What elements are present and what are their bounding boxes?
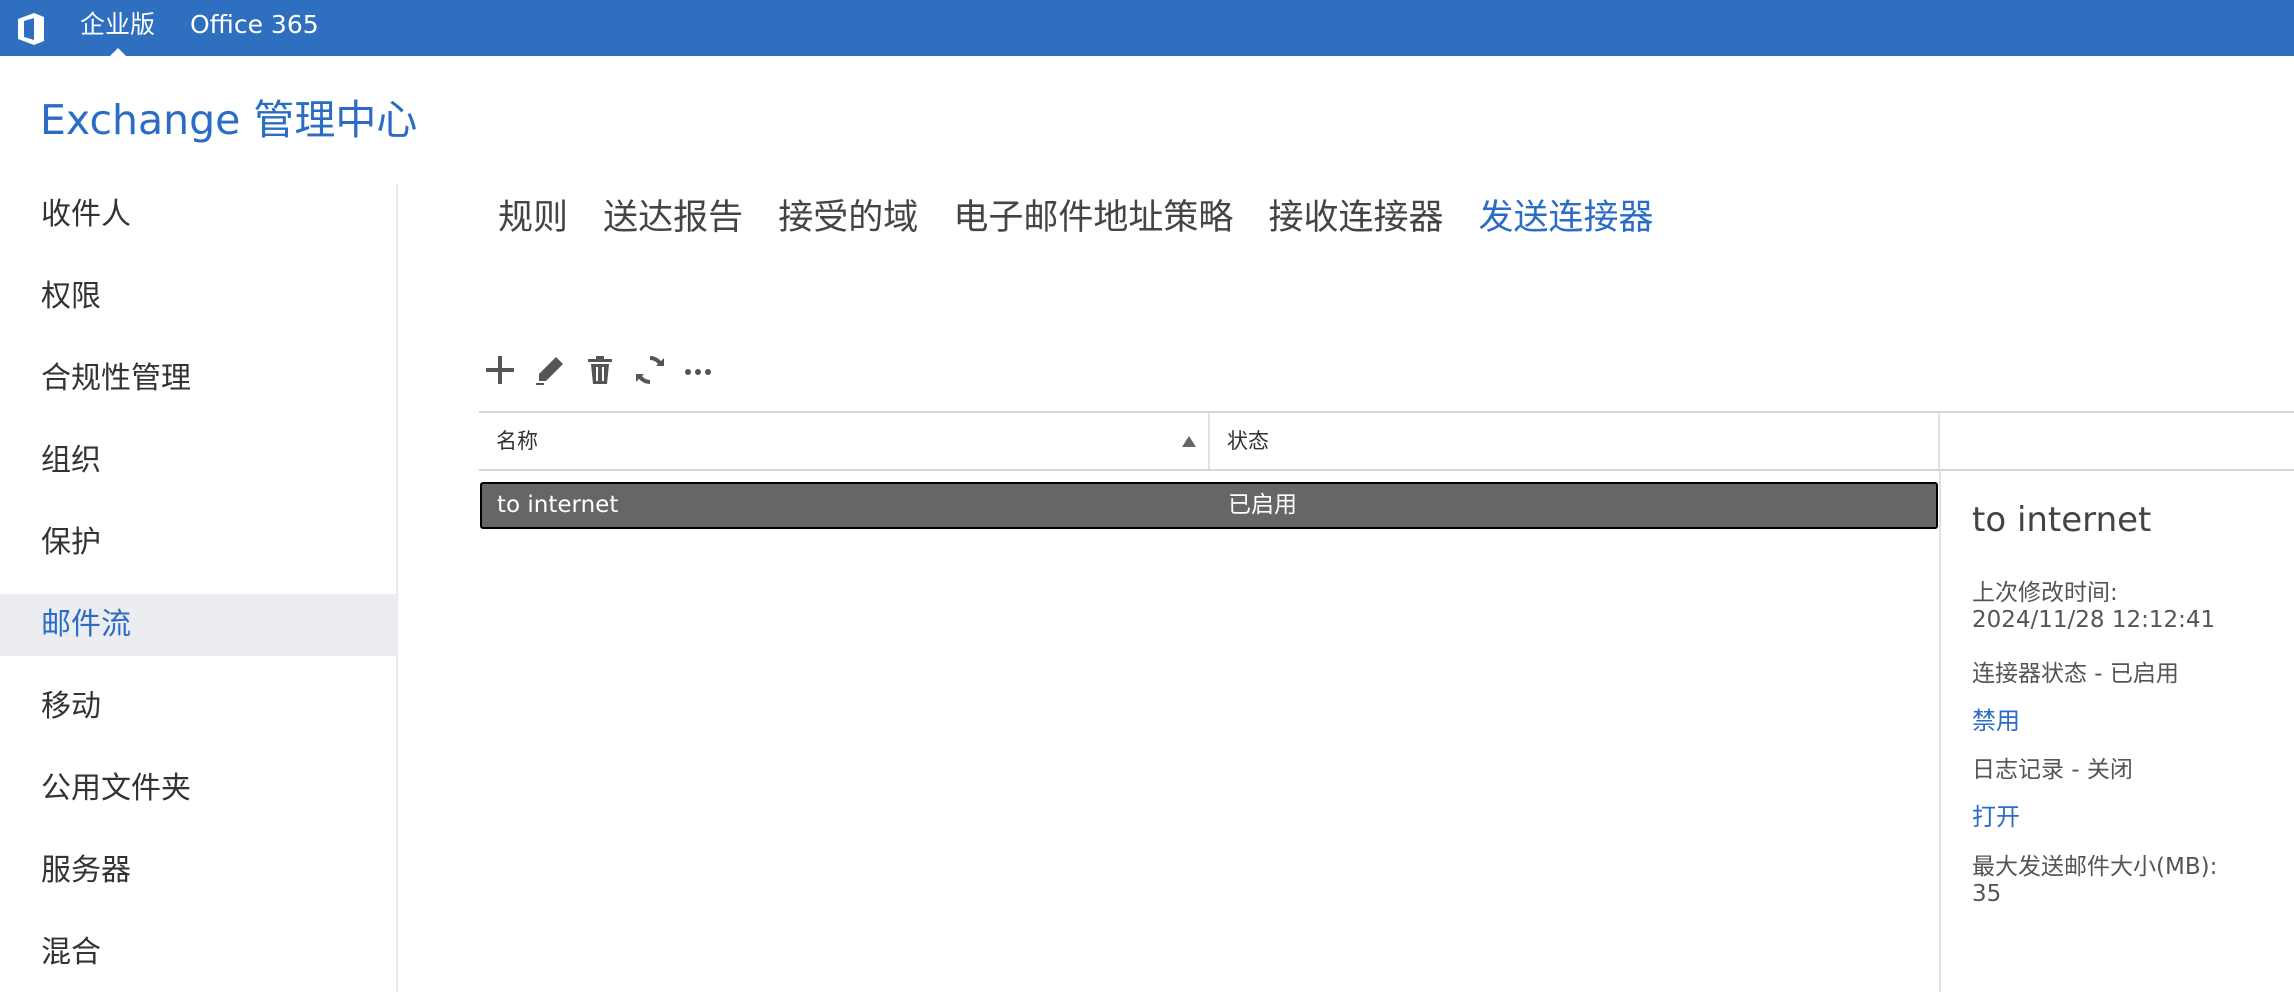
more-icon[interactable]	[678, 348, 718, 392]
table-header: 名称 状态	[479, 413, 2294, 469]
nav-item-permissions[interactable]: 权限	[0, 266, 396, 328]
nav-item-organization[interactable]: 组织	[0, 430, 396, 492]
column-separator	[1208, 413, 1210, 469]
delete-icon[interactable]	[580, 348, 620, 392]
table-row[interactable]: to internet 已启用	[480, 482, 1938, 529]
nav-item-mobile[interactable]: 移动	[0, 676, 396, 738]
row-status-cell: 已启用	[1228, 492, 1297, 518]
tab-email-address-policies[interactable]: 电子邮件地址策略	[953, 190, 1233, 246]
tab-receive-connectors[interactable]: 接收连接器	[1268, 190, 1443, 246]
top-bar: 企业版 Office 365	[0, 0, 2294, 56]
logging-status: 日志记录 - 关闭	[1972, 757, 2133, 783]
nav-item-protection[interactable]: 保护	[0, 512, 396, 574]
column-header-status[interactable]: 状态	[1227, 413, 1269, 469]
tab-bar: 规则 送达报告 接受的域 电子邮件地址策略 接收连接器 发送连接器	[498, 190, 1684, 246]
refresh-icon[interactable]	[630, 348, 670, 392]
tab-rules[interactable]: 规则	[498, 190, 568, 246]
nav-item-public-folders[interactable]: 公用文件夹	[0, 758, 396, 820]
details-title: to internet	[1972, 500, 2152, 540]
last-modified-label: 上次修改时间:	[1972, 580, 2118, 606]
disable-link[interactable]: 禁用	[1972, 701, 2020, 736]
add-icon[interactable]	[480, 348, 520, 392]
column-separator	[1938, 413, 1940, 469]
grid-header-bottom-line	[479, 469, 2294, 471]
nav-item-servers[interactable]: 服务器	[0, 840, 396, 902]
nav-item-compliance[interactable]: 合规性管理	[0, 348, 396, 410]
nav-item-hybrid[interactable]: 混合	[0, 922, 396, 984]
enable-logging-link[interactable]: 打开	[1972, 797, 2020, 832]
connector-status: 连接器状态 - 已启用	[1972, 661, 2179, 687]
nav-divider	[396, 184, 398, 992]
details-divider	[1939, 471, 1941, 992]
max-size-label: 最大发送邮件大小(MB):	[1972, 854, 2218, 880]
left-nav: 收件人 权限 合规性管理 组织 保护 邮件流 移动 公用文件夹 服务器 混合	[0, 184, 396, 1004]
office-logo-icon[interactable]	[14, 11, 50, 47]
office365-link[interactable]: Office 365	[190, 0, 319, 56]
sort-ascending-icon[interactable]	[1182, 436, 1196, 447]
max-size-value: 35	[1972, 881, 2002, 907]
column-header-name[interactable]: 名称	[496, 413, 538, 469]
app-title: Exchange 管理中心	[40, 96, 418, 144]
row-name-cell: to internet	[497, 492, 619, 518]
tab-delivery-reports[interactable]: 送达报告	[603, 190, 743, 246]
tab-accepted-domains[interactable]: 接受的域	[778, 190, 918, 246]
nav-item-recipients[interactable]: 收件人	[0, 184, 396, 246]
edit-icon[interactable]	[530, 348, 570, 392]
nav-item-mail-flow[interactable]: 邮件流	[0, 594, 396, 656]
active-caret	[110, 48, 126, 56]
last-modified-value: 2024/11/28 12:12:41	[1972, 607, 2216, 633]
tab-send-connectors[interactable]: 发送连接器	[1479, 190, 1654, 246]
